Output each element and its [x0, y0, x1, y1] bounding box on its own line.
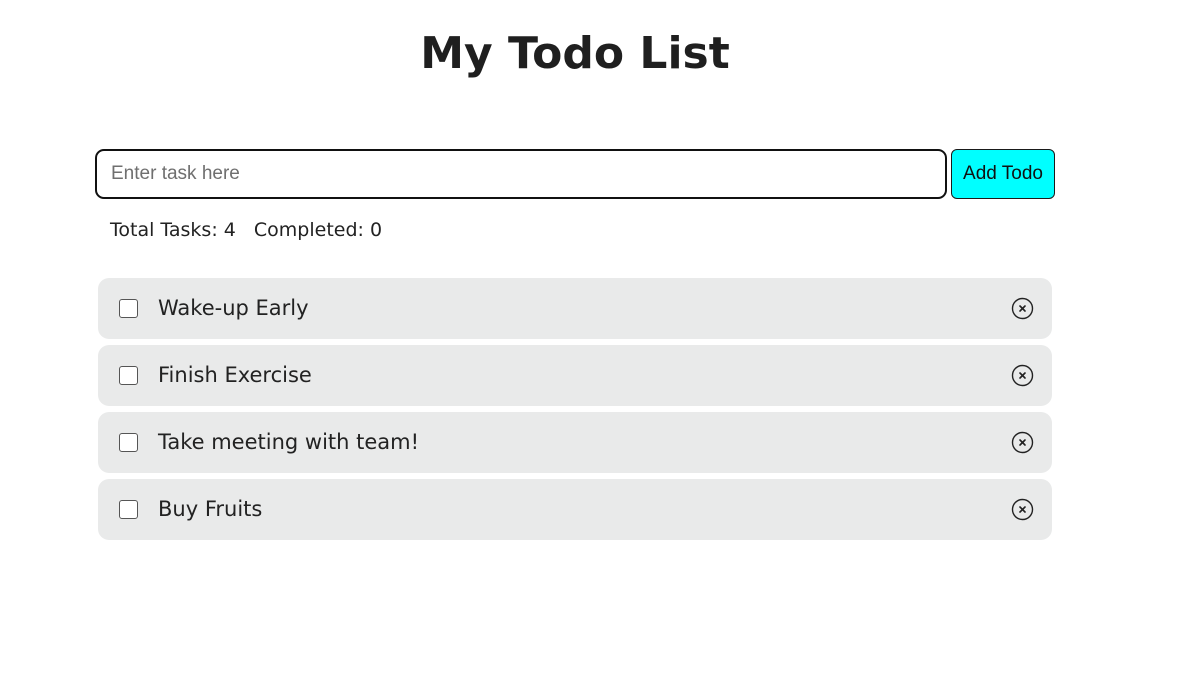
- todo-checkbox[interactable]: [119, 500, 138, 519]
- todo-app: My Todo List Add Todo Total Tasks: 4 Com…: [0, 0, 1187, 686]
- close-circle-icon[interactable]: [1011, 498, 1034, 521]
- todo-checkbox[interactable]: [119, 299, 138, 318]
- todo-checkbox[interactable]: [119, 433, 138, 452]
- todo-list: Wake-up Early Finish Exercise Take meeti…: [98, 278, 1052, 546]
- close-circle-icon[interactable]: [1011, 364, 1034, 387]
- todo-item: Wake-up Early: [98, 278, 1052, 339]
- todo-item: Buy Fruits: [98, 479, 1052, 540]
- todo-label: Wake-up Early: [158, 296, 309, 320]
- todo-label: Take meeting with team!: [158, 430, 420, 454]
- todo-checkbox[interactable]: [119, 366, 138, 385]
- todo-item: Take meeting with team!: [98, 412, 1052, 473]
- close-circle-icon[interactable]: [1011, 431, 1034, 454]
- todo-item: Finish Exercise: [98, 345, 1052, 406]
- task-stats: Total Tasks: 4 Completed: 0: [110, 216, 394, 244]
- add-todo-button[interactable]: Add Todo: [951, 149, 1055, 199]
- close-circle-icon[interactable]: [1011, 297, 1034, 320]
- todo-label: Finish Exercise: [158, 363, 312, 387]
- add-todo-form: Add Todo: [95, 149, 1055, 199]
- task-input[interactable]: [95, 149, 947, 199]
- page-title: My Todo List: [420, 28, 730, 79]
- completed-tasks-count: Completed: 0: [253, 219, 383, 241]
- todo-label: Buy Fruits: [158, 497, 263, 521]
- total-tasks-count: Total Tasks: 4: [110, 219, 236, 241]
